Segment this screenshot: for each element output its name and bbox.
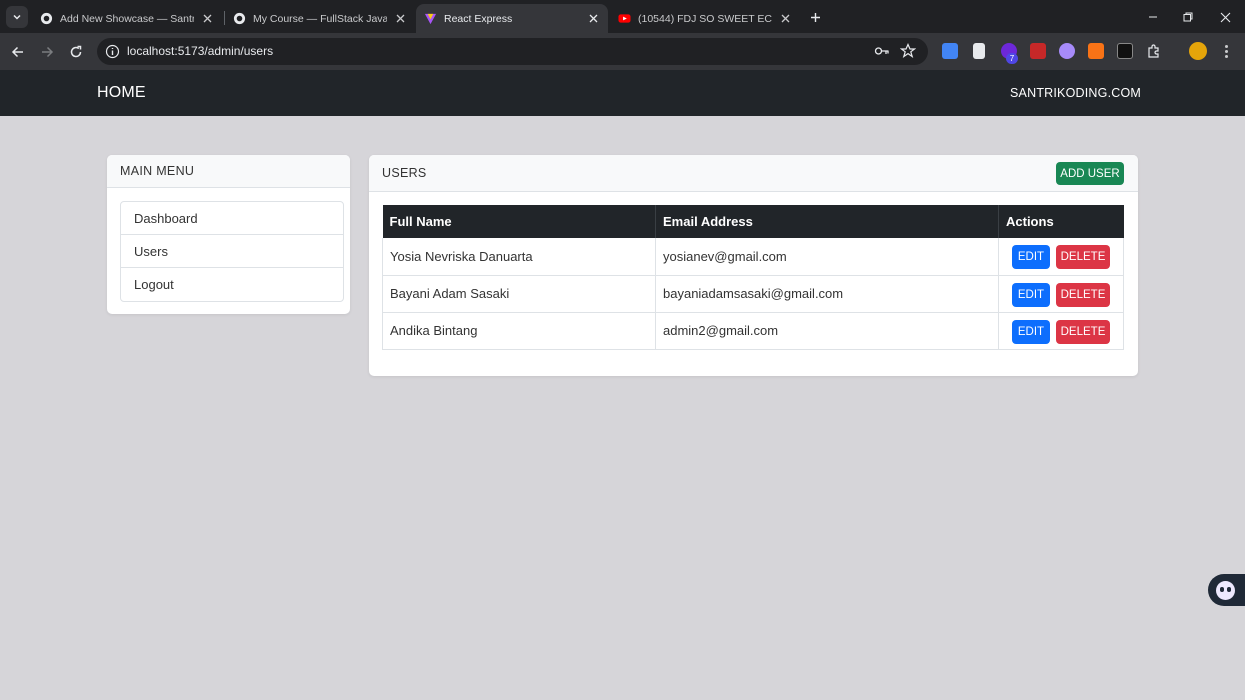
menu-item-logout[interactable]: Logout: [121, 268, 343, 301]
add-user-button[interactable]: ADD USER: [1056, 162, 1124, 185]
address-url: localhost:5173/admin/users: [127, 44, 274, 58]
arrow-right-icon: [42, 46, 54, 58]
close-icon[interactable]: [200, 12, 214, 26]
arrow-left-icon: [11, 46, 23, 58]
browser-tab-1[interactable]: Add New Showcase — SantriKoding: [32, 4, 222, 33]
main-menu-title: MAIN MENU: [120, 164, 195, 178]
browser-tab-3-active[interactable]: React Express: [416, 4, 608, 33]
extension-badge: 7: [1006, 53, 1018, 64]
user-email: admin2@gmail.com: [655, 312, 999, 350]
reload-icon: [70, 45, 82, 58]
document-extension-icon[interactable]: [973, 43, 985, 59]
profile-avatar[interactable]: [1189, 42, 1207, 60]
bookmark-star-icon[interactable]: [900, 43, 916, 59]
chat-assistant-button[interactable]: [1208, 574, 1245, 606]
reload-button[interactable]: [65, 41, 87, 63]
column-header-full-name: Full Name: [382, 205, 656, 238]
forward-button[interactable]: [36, 41, 58, 63]
window-close-button[interactable]: [1214, 6, 1236, 28]
site-info-icon[interactable]: [105, 44, 120, 59]
extension-icon[interactable]: [1117, 43, 1133, 59]
extension-icon[interactable]: [1059, 43, 1075, 59]
table-row: Andika Bintang admin2@gmail.com EDIT DEL…: [382, 312, 1124, 350]
extension-icon[interactable]: [1030, 43, 1046, 59]
extension-icon[interactable]: [1088, 43, 1104, 59]
translate-extension-icon[interactable]: [942, 43, 958, 59]
delete-button[interactable]: DELETE: [1056, 282, 1110, 307]
users-card: USERS ADD USER Full Name Email Address A…: [369, 155, 1138, 376]
users-table: Full Name Email Address Actions Yosia Ne…: [382, 205, 1124, 350]
brand-home-link[interactable]: HOME: [97, 84, 146, 102]
column-header-email: Email Address: [655, 205, 999, 238]
table-row: Yosia Nevriska Danuarta yosianev@gmail.c…: [382, 238, 1124, 276]
column-header-actions: Actions: [998, 205, 1124, 238]
menu-item-users[interactable]: Users: [121, 235, 343, 268]
row-actions: EDIT DELETE: [998, 275, 1124, 313]
users-header: USERS ADD USER: [369, 155, 1138, 192]
back-button[interactable]: [7, 41, 29, 63]
puzzle-extensions-icon[interactable]: [1146, 43, 1162, 59]
close-icon: [1220, 12, 1230, 22]
browser-tab-4[interactable]: (10544) FDJ SO SWEET ECHA PUTRI: [610, 4, 800, 33]
user-email: yosianev@gmail.com: [655, 238, 999, 276]
row-actions: EDIT DELETE: [998, 312, 1124, 350]
menu-list: Dashboard Users Logout: [120, 201, 344, 302]
santrikoding-favicon-icon: [40, 12, 53, 25]
delete-button[interactable]: DELETE: [1056, 245, 1110, 269]
table-row: Bayani Adam Sasaki bayaniadamsasaki@gmai…: [382, 275, 1124, 313]
edit-button[interactable]: EDIT: [1012, 245, 1050, 269]
password-key-icon[interactable]: [874, 44, 890, 58]
vite-logo-icon: [424, 13, 437, 25]
table-header-row: Full Name Email Address Actions: [382, 205, 1124, 238]
address-bar[interactable]: localhost:5173/admin/users: [97, 38, 928, 65]
chevron-down-icon: [13, 14, 21, 20]
new-tab-button[interactable]: [806, 8, 824, 26]
tab-search-button[interactable]: [6, 6, 28, 28]
minimize-button[interactable]: [1142, 6, 1164, 28]
browser-tab-2[interactable]: My Course — FullStack JavaScript: [225, 4, 415, 33]
browser-tab-strip: Add New Showcase — SantriKoding My Cours…: [0, 0, 1245, 33]
minimize-icon: [1149, 16, 1157, 18]
delete-button[interactable]: DELETE: [1056, 319, 1110, 344]
restore-button[interactable]: [1177, 6, 1199, 28]
edit-button[interactable]: EDIT: [1012, 319, 1050, 344]
bot-face-icon: [1216, 580, 1235, 600]
edit-button[interactable]: EDIT: [1012, 282, 1050, 307]
santrikoding-link[interactable]: SANTRIKODING.COM: [1010, 86, 1141, 100]
user-full-name: Andika Bintang: [382, 312, 656, 350]
row-actions: EDIT DELETE: [998, 238, 1124, 276]
close-icon[interactable]: [586, 12, 600, 26]
user-email: bayaniadamsasaki@gmail.com: [655, 275, 999, 313]
menu-item-dashboard[interactable]: Dashboard: [121, 202, 343, 235]
browser-tab-title: My Course — FullStack JavaScript: [253, 12, 387, 25]
app-navbar: HOME SANTRIKODING.COM: [0, 70, 1245, 116]
user-full-name: Yosia Nevriska Danuarta: [382, 238, 656, 276]
main-menu-card: MAIN MENU Dashboard Users Logout: [107, 155, 350, 314]
youtube-icon: [618, 14, 631, 23]
browser-toolbar: localhost:5173/admin/users 7: [0, 33, 1245, 70]
main-menu-header: MAIN MENU: [107, 155, 350, 188]
more-menu-button[interactable]: [1220, 42, 1232, 60]
plus-icon: [810, 12, 820, 22]
restore-icon: [1183, 12, 1193, 22]
close-icon[interactable]: [393, 12, 407, 26]
santrikoding-favicon-icon: [233, 12, 246, 25]
browser-tab-title: React Express: [444, 12, 513, 25]
browser-tab-title: (10544) FDJ SO SWEET ECHA PUTRI: [638, 12, 772, 25]
users-title: USERS: [382, 166, 427, 180]
browser-tab-title: Add New Showcase — SantriKoding: [60, 12, 194, 25]
close-icon[interactable]: [778, 12, 792, 26]
user-full-name: Bayani Adam Sasaki: [382, 275, 656, 313]
